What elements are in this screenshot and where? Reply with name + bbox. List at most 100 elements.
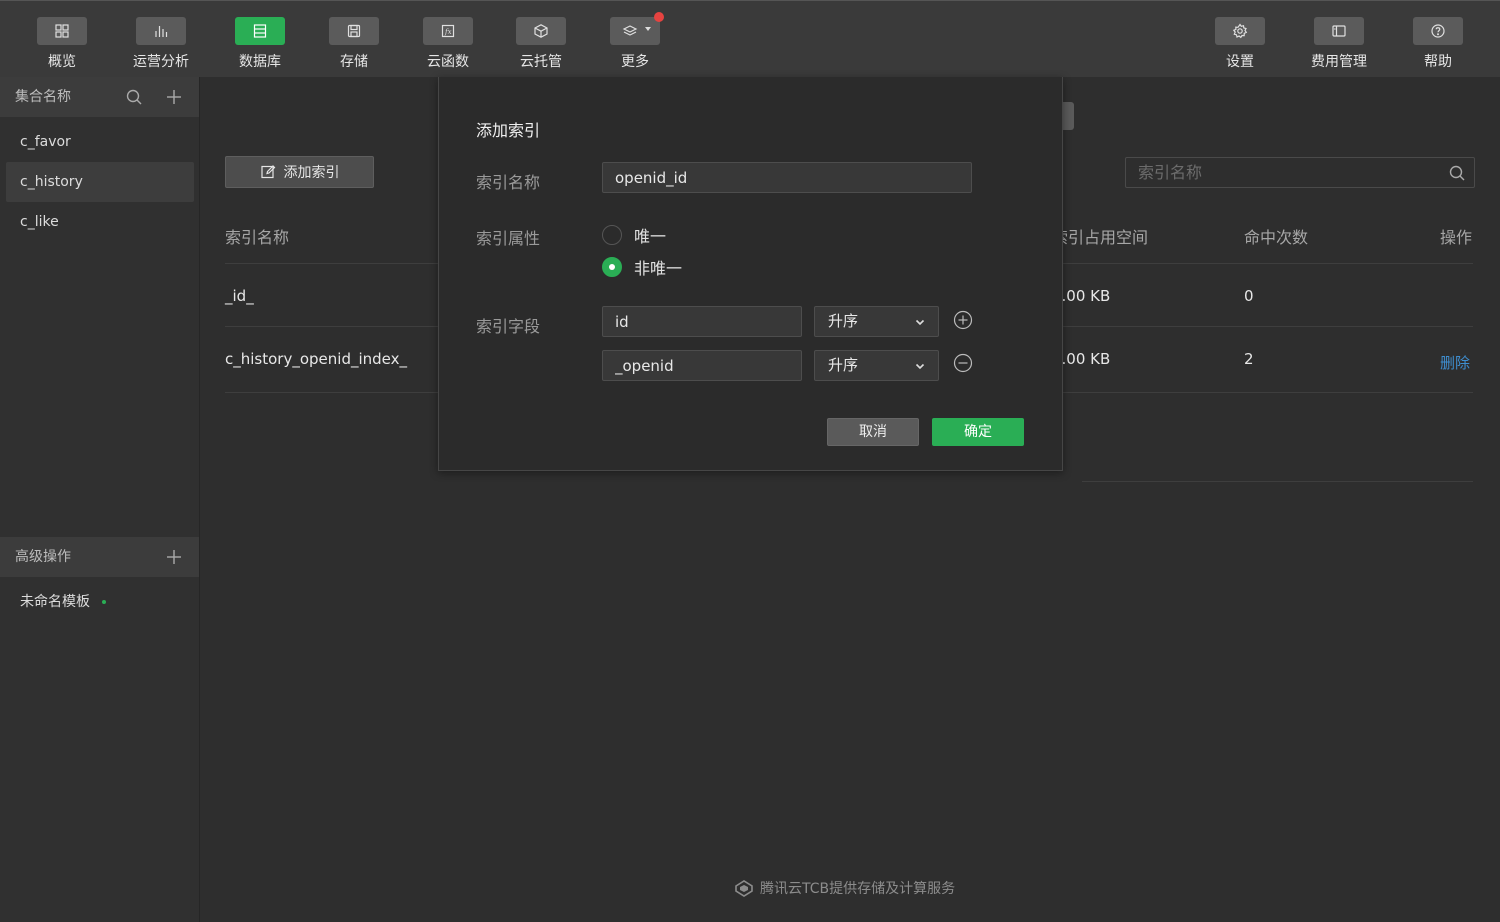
- toolbar-overview[interactable]: 概览: [30, 17, 94, 71]
- remove-field-icon[interactable]: [953, 353, 973, 373]
- help-button[interactable]: [1413, 17, 1463, 45]
- toolbar-more[interactable]: 更多: [603, 12, 667, 71]
- toolbar-label: 设置: [1226, 54, 1254, 70]
- index-name-label: 索引名称: [476, 173, 541, 192]
- radio-button[interactable]: [602, 225, 622, 245]
- radio-unique[interactable]: 唯一: [602, 223, 666, 247]
- toolbar-storage[interactable]: 存储: [322, 17, 386, 71]
- storage-button[interactable]: [329, 17, 379, 45]
- column-header-name: 索引名称: [225, 228, 290, 247]
- add-index-label: 添加索引: [283, 165, 340, 181]
- delete-index-link[interactable]: 删除: [1440, 352, 1470, 373]
- index-name-input[interactable]: [602, 162, 972, 193]
- overview-button[interactable]: [37, 17, 87, 45]
- database-icon: [253, 24, 267, 38]
- add-index-button[interactable]: 添加索引: [225, 156, 374, 188]
- toolbar-label: 概览: [48, 54, 76, 70]
- sidebar: 集合名称 c_favor c_history c_like 高级操作 未命名模板: [0, 77, 200, 922]
- footer: 腾讯云TCB提供存储及计算服务: [734, 878, 955, 898]
- layers-icon: [622, 25, 638, 36]
- column-header-hits: 命中次数: [1244, 228, 1309, 247]
- toolbar-label: 帮助: [1424, 54, 1452, 70]
- index-field-input[interactable]: [602, 306, 802, 337]
- toolbar-label: 费用管理: [1311, 54, 1367, 70]
- notification-badge: [654, 12, 664, 22]
- tab-edge: [1062, 102, 1074, 130]
- top-toolbar: 概览 运营分析 数据库 存储 fx 云函数 云托管 更多 设置 费用管理 帮助: [0, 0, 1500, 77]
- collections-header: 集合名称: [0, 77, 199, 117]
- sort-order-select[interactable]: 升序: [814, 306, 939, 337]
- billing-button[interactable]: [1314, 17, 1364, 45]
- index-fields-label: 索引字段: [476, 317, 541, 336]
- toolbar-label: 更多: [621, 54, 649, 70]
- row-hits: 2: [1244, 350, 1254, 368]
- unsaved-dot: [102, 600, 106, 604]
- toolbar-cloud-hosting[interactable]: 云托管: [509, 17, 573, 71]
- advanced-header-label: 高级操作: [15, 549, 71, 565]
- template-item-label: 未命名模板: [20, 594, 90, 610]
- advanced-header: 高级操作: [0, 537, 199, 577]
- add-field-icon[interactable]: [953, 310, 973, 330]
- settings-button[interactable]: [1215, 17, 1265, 45]
- cube-icon: [534, 24, 548, 38]
- index-field-input[interactable]: [602, 350, 802, 381]
- sort-order-select[interactable]: 升序: [814, 350, 939, 381]
- chevron-down-icon: [645, 27, 651, 31]
- chevron-down-icon: [915, 319, 925, 326]
- add-index-dialog: 添加索引 索引名称 索引属性 唯一 非唯一 索引字段 升序 升序 取消 确定: [438, 77, 1063, 471]
- radio-label: 非唯一: [634, 259, 683, 278]
- analytics-button[interactable]: [136, 17, 186, 45]
- search-icon[interactable]: [1448, 164, 1466, 182]
- toolbar-cloud-function[interactable]: fx 云函数: [416, 17, 480, 71]
- gear-icon: [1232, 23, 1248, 39]
- database-button[interactable]: [235, 17, 285, 45]
- search-icon[interactable]: [125, 88, 143, 106]
- column-header-size: 索引占用空间: [1052, 228, 1149, 247]
- toolbar-label: 云函数: [427, 54, 469, 70]
- add-collection-icon[interactable]: [165, 88, 183, 106]
- cloud-function-button[interactable]: fx: [423, 17, 473, 45]
- dialog-title: 添加索引: [476, 121, 541, 140]
- footer-text: 腾讯云TCB提供存储及计算服务: [760, 881, 956, 897]
- function-icon: fx: [441, 24, 455, 38]
- more-button[interactable]: [610, 12, 664, 45]
- row-name: _id_: [225, 287, 254, 305]
- index-attr-label: 索引属性: [476, 229, 541, 248]
- toolbar-database[interactable]: 数据库: [228, 17, 292, 71]
- index-search-input[interactable]: [1126, 158, 1436, 187]
- toolbar-label: 数据库: [239, 54, 281, 70]
- collection-item-c-like[interactable]: c_like: [6, 202, 194, 242]
- grid-icon: [55, 24, 69, 38]
- cloud-hosting-button[interactable]: [516, 17, 566, 45]
- save-icon: [347, 24, 361, 38]
- toolbar-settings[interactable]: 设置: [1208, 17, 1272, 71]
- radio-non-unique[interactable]: 非唯一: [602, 255, 682, 279]
- toolbar-analytics[interactable]: 运营分析: [129, 17, 193, 71]
- confirm-button[interactable]: 确定: [932, 418, 1024, 446]
- row-name: c_history_openid_index_: [225, 350, 407, 368]
- cancel-button[interactable]: 取消: [827, 418, 919, 446]
- divider: [1082, 481, 1473, 482]
- row-hits: 0: [1244, 287, 1254, 305]
- sort-order-value: 升序: [828, 312, 859, 330]
- radio-label: 唯一: [634, 227, 667, 246]
- collections-header-label: 集合名称: [15, 89, 71, 105]
- collection-item-c-history[interactable]: c_history: [6, 162, 194, 202]
- template-item[interactable]: 未命名模板: [6, 582, 194, 622]
- collection-item-c-favor[interactable]: c_favor: [6, 122, 194, 162]
- edit-icon: [260, 165, 275, 179]
- column-header-ops: 操作: [1440, 228, 1473, 247]
- toolbar-help[interactable]: 帮助: [1406, 17, 1470, 71]
- add-template-icon[interactable]: [165, 548, 183, 566]
- toolbar-billing[interactable]: 费用管理: [1307, 17, 1371, 71]
- sort-order-value: 升序: [828, 356, 859, 374]
- help-icon: [1431, 24, 1445, 38]
- bar-chart-icon: [155, 26, 168, 37]
- radio-button[interactable]: [602, 257, 622, 277]
- toolbar-label: 存储: [340, 54, 368, 70]
- toolbar-label: 运营分析: [133, 54, 189, 70]
- index-search: [1125, 157, 1475, 188]
- billing-icon: [1332, 25, 1346, 37]
- toolbar-label: 云托管: [520, 54, 562, 70]
- chevron-down-icon: [915, 363, 925, 370]
